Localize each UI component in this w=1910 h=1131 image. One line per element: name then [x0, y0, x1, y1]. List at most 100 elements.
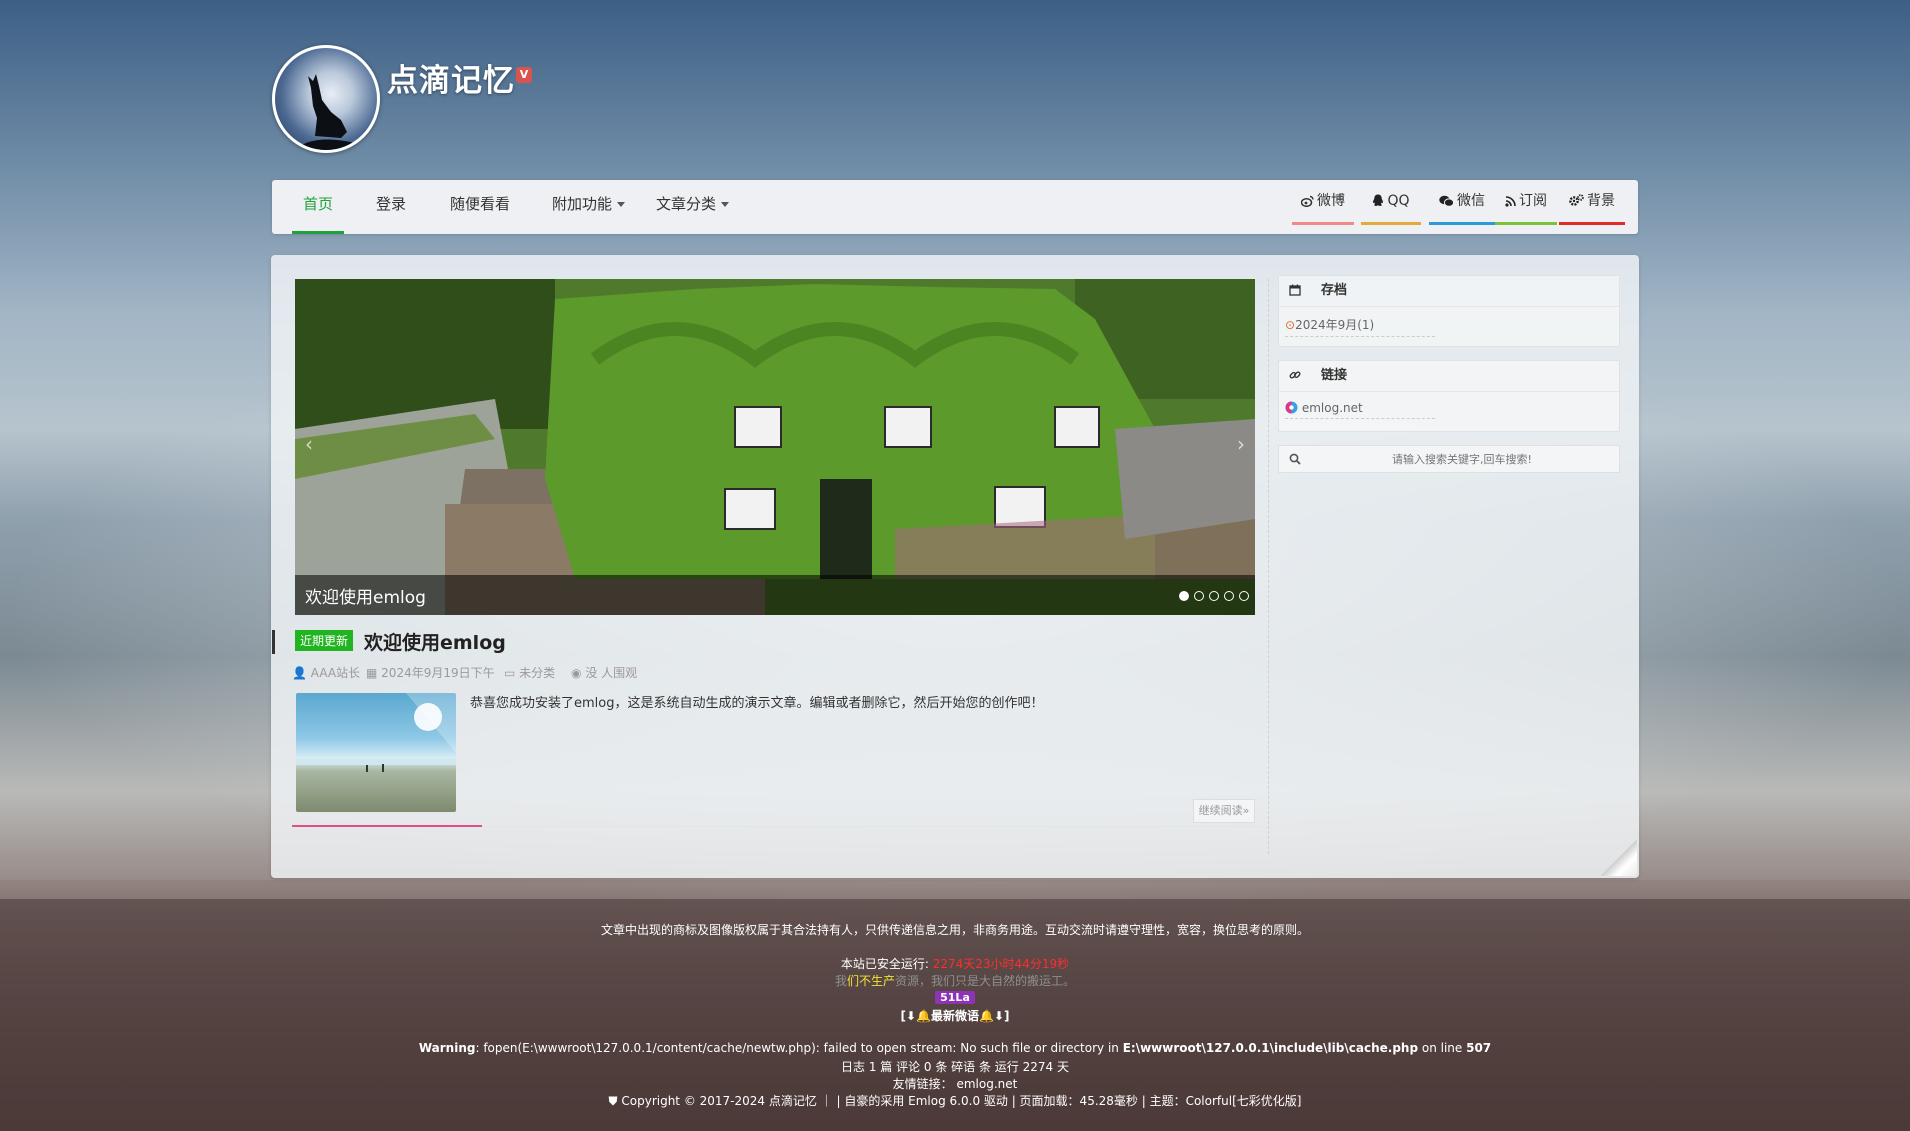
- archive-widget-body: ⊙2024年9月(1): [1279, 307, 1619, 346]
- calendar-icon: ▦: [366, 666, 378, 680]
- wechat-icon: [1439, 195, 1455, 207]
- avatar[interactable]: [272, 45, 380, 153]
- footer-runtime: 本站已安全运行: 2274天23小时44分19秒: [0, 955, 1910, 972]
- folder-icon: ▭: [504, 666, 516, 680]
- slider-prev-arrow[interactable]: ‹: [305, 432, 313, 456]
- nav-categories-label: 文章分类: [656, 195, 717, 213]
- post-divider-accent: [292, 825, 482, 827]
- links-widget-title: 链接: [1321, 368, 1348, 383]
- weibo-icon: [1300, 195, 1314, 208]
- 51la-badge[interactable]: 51La: [935, 991, 975, 1004]
- search-icon: [1289, 453, 1301, 465]
- archive-widget-header: 存档: [1279, 276, 1619, 307]
- social-rss-label: 订阅: [1519, 193, 1547, 209]
- post-title[interactable]: 欢迎使用emlog: [364, 628, 506, 655]
- gears-icon: [1569, 194, 1584, 206]
- post-category[interactable]: ▭ 未分类: [504, 664, 555, 681]
- nav-login[interactable]: 登录: [376, 180, 406, 234]
- sidebar-divider: [1268, 279, 1269, 854]
- post-views: ◉ 没 人围观: [571, 664, 637, 681]
- warning-text: : fopen(E:\wwwroot\127.0.0.1/content/cac…: [475, 1041, 1123, 1055]
- post-author[interactable]: 👤 AAA站长: [292, 664, 360, 681]
- slider-dots: [1174, 590, 1249, 605]
- slider-next-arrow[interactable]: ›: [1237, 432, 1245, 456]
- social-qq-label: QQ: [1387, 193, 1410, 209]
- footer-warning: Warning: fopen(E:\wwwroot\127.0.0.1/cont…: [0, 1041, 1910, 1055]
- friend-link-text: emlog.net: [1301, 401, 1363, 415]
- sidebar-search: [1278, 445, 1620, 473]
- footer-copyright-text: Copyright © 2017-2024 点滴记忆 ｜ | 自豪的采用 Eml…: [621, 1094, 1302, 1108]
- social-weibo[interactable]: 微博: [1292, 180, 1354, 225]
- social-qq[interactable]: QQ: [1361, 180, 1421, 225]
- slider-dot-3[interactable]: [1209, 591, 1219, 601]
- calendar-icon: [1289, 284, 1301, 296]
- social-wechat[interactable]: 微信: [1429, 180, 1495, 225]
- slider-dot-2[interactable]: [1194, 591, 1204, 601]
- nav-extras[interactable]: 附加功能: [552, 180, 626, 234]
- slider-dot-1[interactable]: [1179, 591, 1189, 601]
- footer-runtime-label: 本站已安全运行:: [840, 957, 929, 971]
- social-background-label: 背景: [1587, 193, 1615, 209]
- site-title[interactable]: 点滴记忆: [387, 55, 515, 100]
- main-nav: 首页 登录 随便看看 附加功能 文章分类 微博 QQ 微信 订阅 背景: [272, 180, 1638, 234]
- background-color-bar: [1559, 222, 1625, 225]
- wolf-icon: [295, 74, 365, 150]
- footer-stats: 日志 1 篇 评论 0 条 碎语 条 运行 2274 天: [841, 1060, 1069, 1074]
- nav-random[interactable]: 随便看看: [450, 180, 510, 234]
- warning-online: on line: [1418, 1041, 1467, 1055]
- nav-categories[interactable]: 文章分类: [656, 180, 730, 234]
- social-background[interactable]: 背景: [1559, 180, 1625, 225]
- slide-caption-bar: 欢迎使用emlog: [295, 575, 1255, 615]
- post-date-text: 2024年9月19日下午: [381, 666, 495, 680]
- social-rss[interactable]: 订阅: [1495, 180, 1557, 225]
- slider-dot-4[interactable]: [1224, 591, 1234, 601]
- search-input[interactable]: [1315, 448, 1609, 470]
- links-widget-header: 链接: [1279, 361, 1619, 392]
- read-more-button[interactable]: 继续阅读»: [1193, 799, 1255, 823]
- slide-caption[interactable]: 欢迎使用emlog: [305, 583, 426, 608]
- links-widget: 链接 emlog.net: [1278, 360, 1620, 432]
- post-category-text: 未分类: [519, 666, 556, 680]
- verified-badge: V: [516, 67, 532, 83]
- archive-entry-text: 2024年9月(1): [1295, 318, 1375, 332]
- nav-home[interactable]: 首页: [291, 180, 345, 234]
- warning-line-number: 507: [1466, 1041, 1492, 1055]
- eye-icon: ◉: [571, 666, 582, 680]
- link-icon: [1289, 371, 1301, 379]
- footer-friends: 友情链接： emlog.net: [0, 1075, 1910, 1092]
- shield-icon: ⛊: [608, 1094, 618, 1108]
- friend-link-entry[interactable]: emlog.net: [1285, 401, 1435, 419]
- image-slider[interactable]: ‹ › 欢迎使用emlog: [295, 279, 1255, 615]
- post-views-text: 没 人围观: [585, 666, 638, 680]
- beach-thumbnail-image: [296, 693, 456, 772]
- footer-friends-label: 友情链接：: [892, 1077, 953, 1091]
- footer-friend-link[interactable]: emlog.net: [956, 1077, 1017, 1091]
- post-header-marker: [272, 630, 295, 654]
- caret-down-icon: [721, 202, 730, 207]
- caret-down-icon: [617, 202, 626, 207]
- recent-update-tag: 近期更新: [295, 630, 354, 651]
- archive-entry[interactable]: ⊙2024年9月(1): [1285, 316, 1435, 337]
- footer-slogan-part-2: 们不生产: [846, 974, 895, 988]
- slider-dot-5[interactable]: [1239, 591, 1249, 601]
- qq-icon: [1373, 194, 1384, 206]
- user-icon: 👤: [292, 666, 307, 680]
- qq-color-bar: [1361, 222, 1421, 225]
- archive-widget-title: 存档: [1321, 283, 1348, 298]
- archive-widget: 存档 ⊙2024年9月(1): [1278, 275, 1620, 347]
- page-curl-button[interactable]: [1601, 840, 1637, 876]
- wechat-color-bar: [1429, 222, 1495, 225]
- footer-weiyu[interactable]: [⬇🔔最新微语🔔⬇]: [0, 1007, 1910, 1024]
- slide-image: [295, 279, 1255, 615]
- footer-copyright: ⛊ Copyright © 2017-2024 点滴记忆 ｜ | 自豪的采用 E…: [0, 1092, 1910, 1109]
- site-logo[interactable]: [272, 45, 380, 153]
- social-wechat-label: 微信: [1457, 193, 1485, 209]
- rss-icon: [1505, 196, 1516, 207]
- clock-icon: ⊙: [1285, 318, 1296, 332]
- post-author-name: AAA站长: [310, 666, 361, 680]
- footer-slogan-part-1: 我: [834, 974, 847, 988]
- footer-51la: 51La: [0, 990, 1910, 1004]
- post-thumbnail[interactable]: [296, 693, 456, 812]
- social-weibo-label: 微博: [1317, 193, 1345, 209]
- emlog-icon: [1285, 401, 1298, 414]
